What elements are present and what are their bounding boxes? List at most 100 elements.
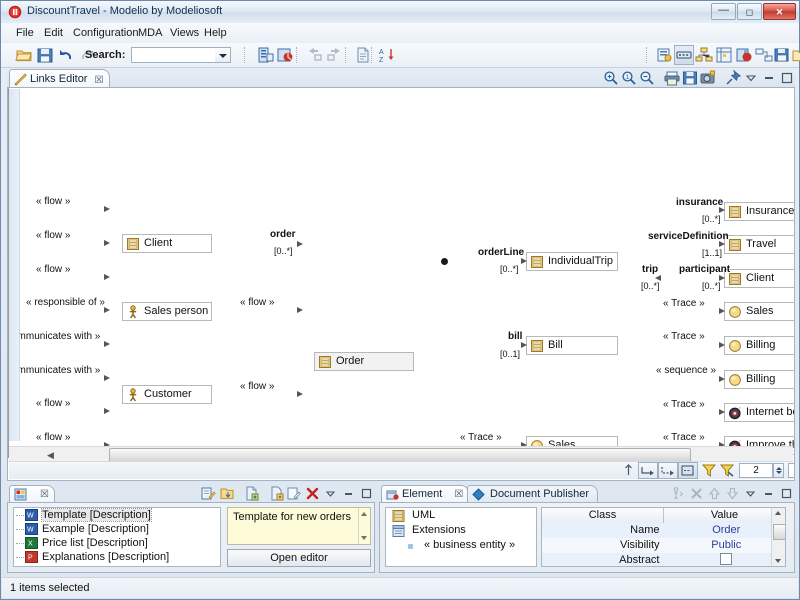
diagram-node-billing2[interactable]: Billing (724, 370, 794, 389)
template-list[interactable]: WTemplate [Description]WExample [Descrip… (13, 507, 221, 567)
diagram-canvas[interactable]: ClientSales personCustomerOrder Manage..… (7, 87, 795, 481)
delete-icon[interactable] (305, 486, 320, 501)
save-all-icon[interactable] (773, 46, 791, 64)
template-note[interactable]: Template for new orders (227, 507, 371, 545)
maximize-button[interactable]: ◻ (737, 3, 762, 20)
zoom-out-icon[interactable] (639, 70, 655, 86)
snapshot-icon[interactable] (700, 70, 716, 86)
diagram-node-sales2[interactable]: Sales (724, 302, 794, 321)
tab-element[interactable]: Element ☒ (381, 485, 469, 502)
close-icon[interactable]: ☒ (454, 487, 463, 503)
tree-item[interactable]: UML (386, 508, 536, 523)
property-row[interactable]: VisibilityPublic (542, 538, 785, 553)
new-file-icon[interactable] (244, 486, 259, 501)
print-icon[interactable] (664, 70, 680, 86)
menu-edit[interactable]: Edit (39, 26, 68, 40)
depth-left-stepper[interactable] (773, 463, 784, 478)
diagram-node-client[interactable]: Client (122, 234, 212, 253)
sort-az-icon[interactable]: AZ (378, 46, 396, 64)
new-project-icon[interactable] (791, 46, 800, 64)
hierarchy-icon[interactable] (695, 46, 713, 64)
maximize-view-icon[interactable] (359, 486, 374, 501)
incoming-links-icon[interactable] (659, 463, 677, 478)
tab-templates[interactable]: ☒ (9, 485, 55, 502)
property-grid[interactable]: ClassValue NameOrderVisibilityPublicAbst… (541, 507, 786, 567)
search-dropdown-button[interactable] (215, 47, 231, 63)
zoom-in-icon[interactable] (603, 70, 619, 86)
element-tree[interactable]: UMLExtensions« business entity » (385, 507, 537, 567)
list-item[interactable]: WExample [Description] (14, 522, 220, 536)
dependency-icon[interactable] (755, 46, 773, 64)
maximize-view-icon[interactable] (779, 70, 795, 86)
edge-label: « flow » (240, 381, 274, 392)
diagram-node-internetboo[interactable]: Internet boo (724, 403, 794, 422)
scroll-left-icon[interactable]: ◀ (47, 450, 54, 461)
rename-icon[interactable] (287, 486, 302, 501)
outgoing-links-icon[interactable] (639, 463, 657, 478)
model-explorer-icon[interactable] (276, 46, 294, 64)
link-editor-icon[interactable] (675, 46, 693, 64)
open-editor-button[interactable]: Open editor (227, 549, 371, 567)
menu-mda[interactable]: MDA (133, 26, 167, 40)
add-note-icon[interactable] (655, 46, 673, 64)
diagram-node-billing1[interactable]: Billing (724, 336, 794, 355)
diagram-node-indtrip[interactable]: IndividualTrip (526, 252, 618, 271)
save-icon[interactable] (36, 46, 54, 64)
minimize-view-icon[interactable] (761, 70, 777, 86)
tab-document-publisher[interactable]: Document Publisher (467, 485, 598, 502)
property-value[interactable] (668, 553, 786, 567)
diagram-node-order[interactable]: Order (314, 352, 414, 371)
tab-links-editor[interactable]: Links Editor ☒ (9, 69, 110, 87)
depth-right-input[interactable]: 2 (788, 463, 795, 478)
new-template-icon[interactable] (269, 486, 284, 501)
list-item[interactable]: PExplanations [Description] (14, 550, 220, 564)
publish-icon[interactable] (735, 46, 753, 64)
zoom-actual-icon[interactable]: 1 (621, 70, 637, 86)
menu-help[interactable]: Help (199, 26, 232, 40)
list-item[interactable]: XPrice list [Description] (14, 536, 220, 550)
new-document-icon[interactable] (354, 46, 372, 64)
diagram-node-salesperson[interactable]: Sales person (122, 302, 212, 321)
close-icon[interactable]: ☒ (40, 487, 49, 503)
word-doc-icon: W (25, 523, 38, 535)
depth-left-input[interactable]: 2 (739, 463, 773, 478)
edit-template-icon[interactable] (201, 486, 216, 501)
tree-item[interactable]: « business entity » (386, 538, 536, 553)
open-folder-icon[interactable] (15, 46, 33, 64)
diagram-node-insurance[interactable]: Insurance (724, 202, 794, 221)
list-item[interactable]: WTemplate [Description] (14, 508, 220, 522)
save-diagram-icon[interactable] (682, 70, 698, 86)
matrix-icon[interactable] (715, 46, 733, 64)
minimize-view-icon[interactable] (761, 486, 776, 501)
note-scrollbar[interactable] (358, 508, 370, 544)
close-button[interactable]: ✕ (763, 3, 796, 20)
pin-view-icon[interactable] (725, 70, 741, 86)
minimize-view-icon[interactable] (341, 486, 356, 501)
menu-file[interactable]: File (11, 26, 39, 40)
tree-item[interactable]: Extensions (386, 523, 536, 538)
filter-icon[interactable] (701, 463, 717, 478)
maximize-view-icon[interactable] (779, 486, 794, 501)
property-row[interactable]: NameOrder (542, 523, 785, 538)
expand-up-icon[interactable] (621, 463, 636, 478)
view-menu-icon[interactable] (743, 70, 759, 86)
create-diagram-icon[interactable] (257, 46, 275, 64)
property-row[interactable]: Abstract (542, 553, 785, 567)
view-menu-icon[interactable] (743, 486, 758, 501)
all-links-icon[interactable] (679, 463, 697, 478)
property-value[interactable]: Public (668, 538, 786, 553)
import-template-icon[interactable] (219, 486, 234, 501)
grid-scrollbar[interactable] (771, 508, 785, 566)
checkbox-unchecked-icon[interactable] (720, 553, 732, 565)
minimize-button[interactable]: — (711, 3, 736, 20)
diagram-node-bill[interactable]: Bill (526, 336, 618, 355)
diagram-node-customer[interactable]: Customer (122, 385, 212, 404)
clear-filter-icon[interactable] (719, 463, 735, 478)
undo-icon[interactable] (57, 46, 75, 64)
status-bar: 1 items selected (2, 577, 798, 598)
property-value[interactable]: Order (668, 523, 786, 538)
diagram-hscrollbar[interactable]: ◀ (9, 446, 793, 462)
diagram-node-client2[interactable]: Client (724, 269, 794, 288)
view-menu-icon[interactable] (323, 486, 338, 501)
diagram-node-travel[interactable]: Travel (724, 235, 794, 254)
